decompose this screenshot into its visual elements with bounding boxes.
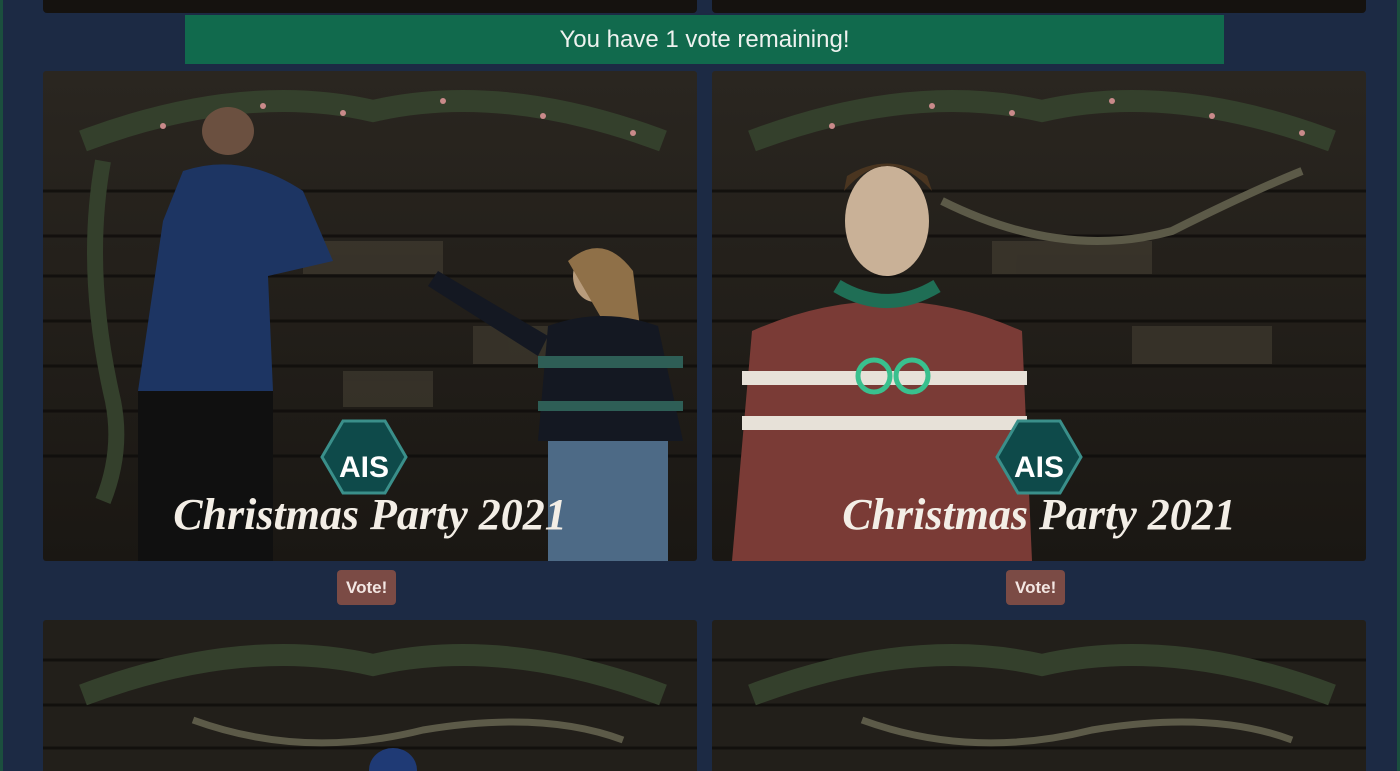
ais-logo-text: AIS — [339, 451, 389, 484]
votes-remaining-banner: You have 1 vote remaining! — [185, 15, 1224, 64]
photo-caption: Christmas Party 2021 — [842, 490, 1236, 539]
voting-page: You have 1 vote remaining! AIS Christmas… — [0, 0, 1400, 771]
photo-card: AIS Christmas Party 2021 — [43, 71, 697, 561]
photo-card — [43, 620, 697, 771]
photo-caption: Christmas Party 2021 — [173, 490, 567, 539]
photo-card: AIS Christmas Party 2021 — [712, 71, 1366, 561]
booth-photo — [43, 620, 697, 771]
vote-button[interactable]: Vote! — [1006, 570, 1066, 605]
booth-photo — [712, 620, 1366, 771]
booth-photo: AIS Christmas Party 2021 — [712, 71, 1366, 561]
photo-card-above-right — [712, 0, 1366, 13]
booth-photo: AIS Christmas Party 2021 — [43, 71, 697, 561]
vote-button[interactable]: Vote! — [337, 570, 397, 605]
photo-card-above-left — [43, 0, 697, 13]
ais-logo-text: AIS — [1014, 451, 1064, 484]
photo-card — [712, 620, 1366, 771]
